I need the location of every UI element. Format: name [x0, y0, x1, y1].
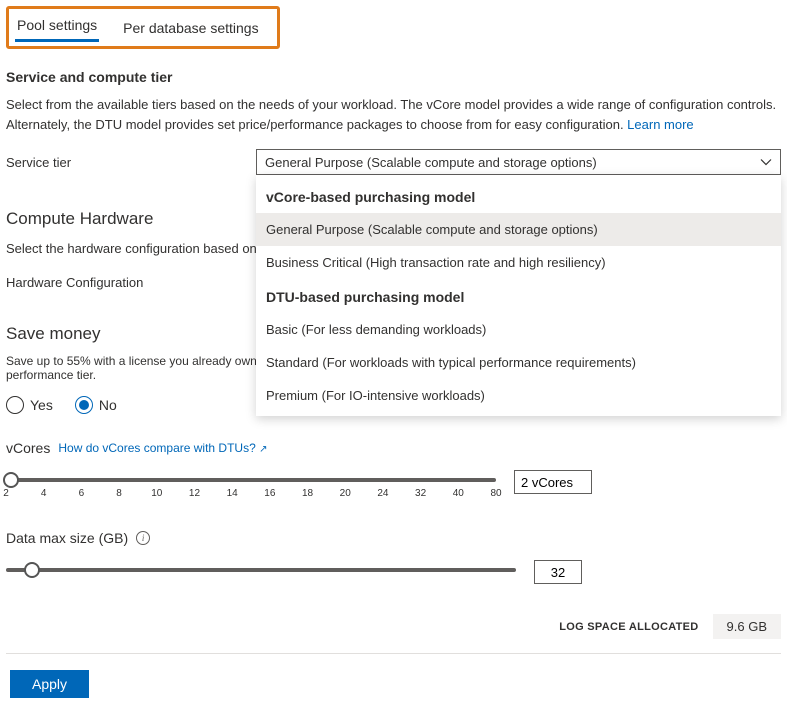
- slider-tick: 24: [377, 488, 388, 499]
- slider-tick: 2: [3, 488, 9, 499]
- data-max-slider-thumb[interactable]: [24, 562, 40, 578]
- data-max-input[interactable]: [534, 560, 582, 584]
- vcores-section: vCores How do vCores compare with DTUs? …: [6, 440, 781, 502]
- slider-tick: 16: [264, 488, 275, 499]
- slider-tick: 12: [189, 488, 200, 499]
- slider-tick: 10: [151, 488, 162, 499]
- slider-tick: 8: [116, 488, 122, 499]
- vcores-slider-ticks: 246810121416182024324080: [6, 488, 496, 502]
- radio-yes[interactable]: Yes: [6, 396, 53, 414]
- data-max-label: Data max size (GB): [6, 530, 128, 546]
- data-max-slider-col: [6, 560, 516, 578]
- slider-tick: 4: [41, 488, 47, 499]
- data-max-size-section: Data max size (GB) i: [6, 530, 781, 584]
- vcores-input[interactable]: [514, 470, 592, 494]
- data-max-title-row: Data max size (GB) i: [6, 530, 781, 546]
- vcores-slider-row: 246810121416182024324080: [6, 470, 781, 502]
- slider-tick: 6: [79, 488, 85, 499]
- slider-tick: 40: [453, 488, 464, 499]
- data-max-slider-row: [6, 560, 781, 584]
- tab-per-database-settings[interactable]: Per database settings: [121, 16, 260, 42]
- data-max-slider[interactable]: [6, 568, 516, 572]
- external-link-icon: ↗: [259, 444, 267, 455]
- vcores-slider-thumb[interactable]: [3, 472, 19, 488]
- tab-pool-settings[interactable]: Pool settings: [15, 13, 99, 42]
- dropdown-group-vcore: vCore-based purchasing model: [256, 179, 781, 213]
- divider: [6, 653, 781, 654]
- section-desc-service-compute: Select from the available tiers based on…: [6, 95, 781, 135]
- tabs: Pool settings Per database settings: [15, 13, 261, 42]
- dropdown-option-general-purpose[interactable]: General Purpose (Scalable compute and st…: [256, 213, 781, 246]
- service-tier-dropdown: vCore-based purchasing model General Pur…: [256, 175, 781, 416]
- vcores-title-row: vCores How do vCores compare with DTUs? …: [6, 440, 781, 456]
- radio-yes-label: Yes: [30, 397, 53, 413]
- service-tier-label: Service tier: [6, 155, 256, 170]
- slider-tick: 20: [340, 488, 351, 499]
- log-space-row: LOG SPACE ALLOCATED 9.6 GB: [6, 614, 781, 639]
- service-tier-select[interactable]: General Purpose (Scalable compute and st…: [256, 149, 781, 175]
- service-tier-row: Service tier General Purpose (Scalable c…: [6, 149, 781, 175]
- radio-no[interactable]: No: [75, 396, 117, 414]
- section-title-service-compute: Service and compute tier: [6, 69, 781, 85]
- radio-circle-icon: [75, 396, 93, 414]
- info-icon[interactable]: i: [136, 531, 150, 545]
- vcores-slider[interactable]: [6, 478, 496, 482]
- vcores-slider-col: 246810121416182024324080: [6, 470, 496, 502]
- log-space-value: 9.6 GB: [713, 614, 781, 639]
- slider-tick: 14: [227, 488, 238, 499]
- vcores-help-link[interactable]: How do vCores compare with DTUs? ↗: [58, 441, 267, 455]
- radio-no-label: No: [99, 397, 117, 413]
- slider-tick: 80: [490, 488, 501, 499]
- service-tier-selected-value: General Purpose (Scalable compute and st…: [265, 155, 597, 170]
- service-tier-select-wrap: General Purpose (Scalable compute and st…: [256, 149, 781, 175]
- chevron-down-icon: [760, 156, 772, 168]
- dropdown-option-basic[interactable]: Basic (For less demanding workloads): [256, 313, 781, 346]
- tabs-highlight-box: Pool settings Per database settings: [6, 6, 280, 49]
- slider-tick: 18: [302, 488, 313, 499]
- vcores-help-text: How do vCores compare with DTUs?: [58, 441, 255, 455]
- dropdown-option-premium[interactable]: Premium (For IO-intensive workloads): [256, 379, 781, 412]
- slider-tick: 32: [415, 488, 426, 499]
- vcores-label: vCores: [6, 440, 50, 456]
- dropdown-option-standard[interactable]: Standard (For workloads with typical per…: [256, 346, 781, 379]
- log-space-label: LOG SPACE ALLOCATED: [559, 621, 698, 633]
- dropdown-option-business-critical[interactable]: Business Critical (High transaction rate…: [256, 246, 781, 279]
- apply-button[interactable]: Apply: [10, 670, 89, 698]
- radio-circle-icon: [6, 396, 24, 414]
- dropdown-group-dtu: DTU-based purchasing model: [256, 279, 781, 313]
- learn-more-link[interactable]: Learn more: [627, 117, 693, 132]
